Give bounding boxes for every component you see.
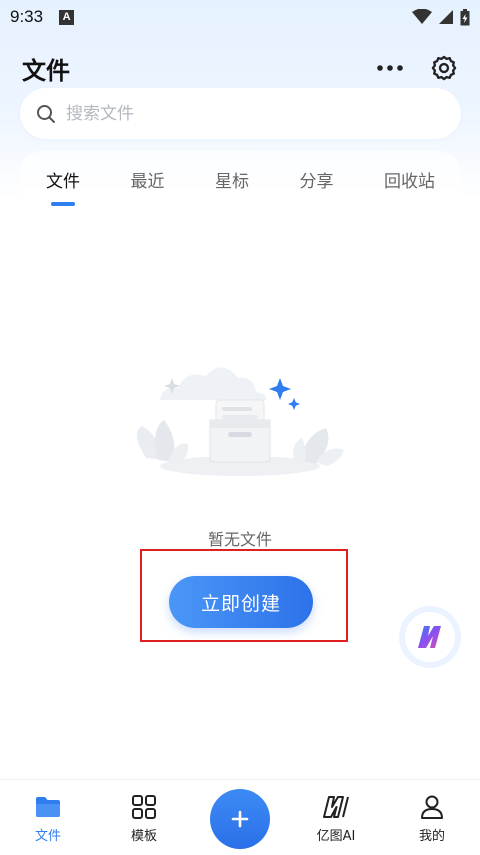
- title-bar: 文件: [0, 46, 480, 90]
- battery-icon: [460, 8, 470, 25]
- nav-label-files: 文件: [34, 829, 61, 844]
- nav-label-templates: 模板: [130, 829, 157, 844]
- edraw-ai-logo-icon: [418, 626, 441, 648]
- wifi-icon: [412, 9, 432, 24]
- search-icon: [37, 104, 55, 123]
- tab-files[interactable]: 文件: [46, 161, 80, 198]
- tab-starred[interactable]: 星标: [215, 161, 249, 198]
- tab-shared[interactable]: 分享: [300, 161, 334, 198]
- nav-item-files[interactable]: 文件: [0, 780, 96, 844]
- tab-recent[interactable]: 最近: [131, 161, 165, 198]
- plus-icon: [231, 810, 249, 828]
- add-button[interactable]: [210, 789, 270, 849]
- nav-item-me[interactable]: 我的: [384, 780, 480, 844]
- nav-item-edraw-ai[interactable]: 亿图AI: [288, 780, 384, 844]
- ai-assistant-inner: [405, 612, 455, 662]
- ai-assistant-button[interactable]: [399, 606, 461, 668]
- more-icon: [377, 65, 403, 71]
- status-bar: 9:33 A: [0, 0, 480, 34]
- status-indicators: [412, 8, 470, 26]
- settings-button[interactable]: [430, 54, 458, 82]
- more-button[interactable]: [376, 64, 404, 72]
- title-actions: [376, 54, 458, 82]
- tab-recycle-bin[interactable]: 回收站: [384, 161, 435, 198]
- nav-label-me: 我的: [418, 829, 445, 844]
- nav-item-templates[interactable]: 模板: [96, 780, 192, 844]
- search-input[interactable]: [66, 103, 426, 124]
- empty-state-message: 暂无文件: [207, 530, 272, 549]
- search-bar[interactable]: [20, 88, 461, 139]
- bottom-navigation: 文件 模板 亿图AI 我的: [0, 779, 480, 855]
- nav-center-slot: [192, 780, 288, 849]
- status-time: 9:33: [10, 7, 44, 26]
- folder-icon: [36, 797, 60, 817]
- gear-icon: [431, 55, 457, 81]
- create-now-button[interactable]: 立即创建: [169, 576, 313, 628]
- file-tabs: 文件 最近 星标 分享 回收站: [20, 151, 461, 207]
- empty-box-illustration: [136, 367, 344, 476]
- page-title: 文件: [22, 56, 70, 85]
- user-icon: [421, 795, 443, 819]
- nav-label-edraw-ai: 亿图AI: [316, 829, 356, 844]
- signal-icon: [439, 10, 453, 24]
- grid-icon: [132, 795, 156, 819]
- notification-icon: A: [59, 9, 75, 25]
- edraw-ai-icon: [323, 796, 349, 818]
